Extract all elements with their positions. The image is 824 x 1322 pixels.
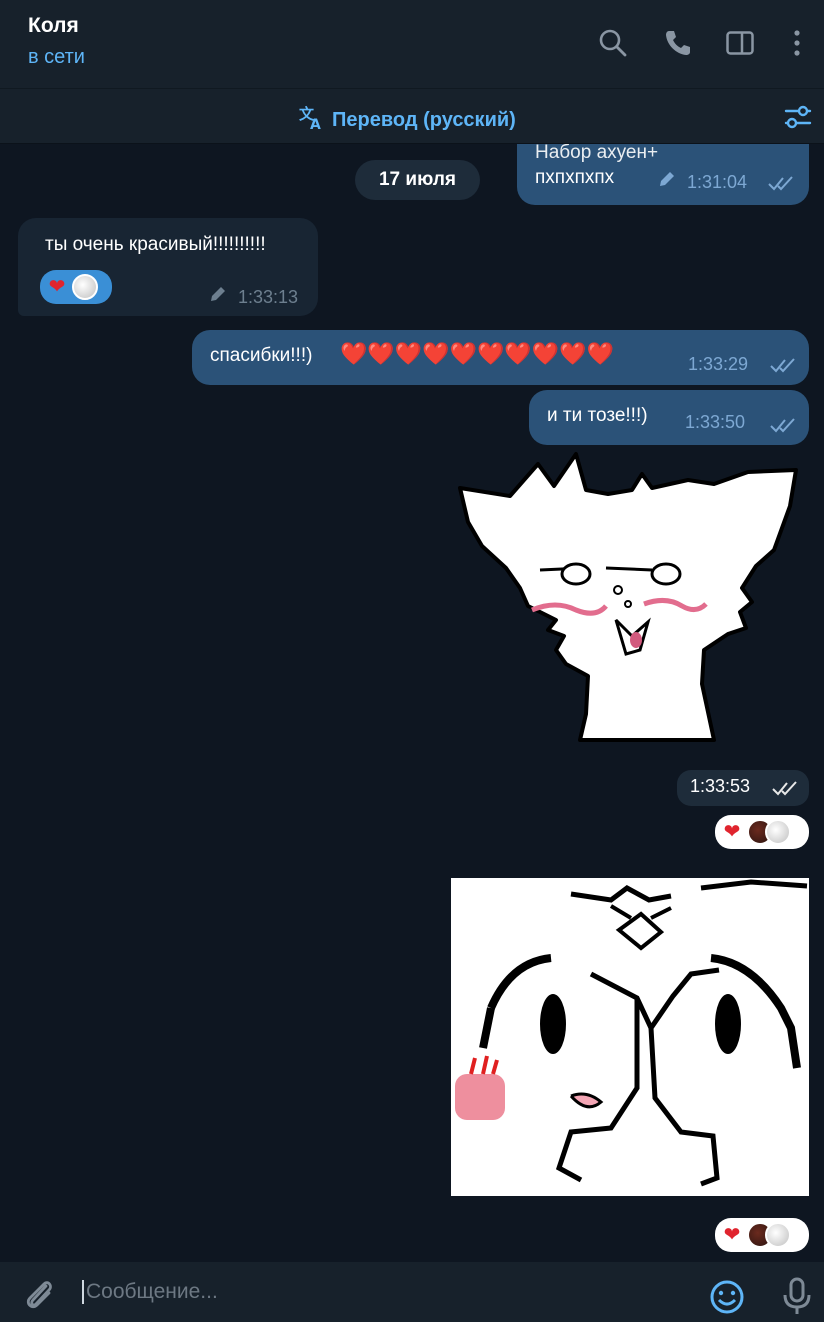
message-input[interactable]: Сообщение... xyxy=(82,1280,218,1304)
message-reactions[interactable]: ❤ xyxy=(715,815,809,849)
message-outgoing[interactable]: спасибки!!!) ❤️❤️❤️❤️❤️❤️❤️❤️❤️❤️ 1:33:2… xyxy=(192,330,809,385)
search-icon[interactable] xyxy=(597,26,629,60)
double-check-icon xyxy=(769,356,799,379)
avatar xyxy=(765,1222,791,1248)
microphone-icon[interactable] xyxy=(780,1276,814,1321)
message-time: 1:31:04 xyxy=(687,172,748,192)
double-check-icon xyxy=(771,779,801,802)
attach-icon[interactable] xyxy=(22,1276,56,1317)
message-reactions[interactable]: ❤ xyxy=(715,1218,809,1252)
avatar xyxy=(765,819,791,845)
sidebar-toggle-icon[interactable] xyxy=(724,26,756,60)
svg-text:A: A xyxy=(310,117,321,131)
avatar xyxy=(72,274,98,300)
message-outgoing[interactable]: Набор ахуен+ пхпхпхпх 1:31:04 xyxy=(517,144,809,205)
translate-icon: 文A xyxy=(298,103,326,137)
message-outgoing[interactable]: и ти тозе!!!) 1:33:50 xyxy=(529,390,809,445)
translate-button[interactable]: 文A Перевод (русский) xyxy=(298,103,516,137)
date-separator: 17 июля xyxy=(355,160,480,200)
translate-bar[interactable]: 文A Перевод (русский) xyxy=(0,88,824,144)
message-time: 1:33:29 xyxy=(688,354,749,374)
heart-reaction-icon: ❤ xyxy=(48,276,66,298)
heart-reaction-icon: ❤ xyxy=(723,1224,741,1246)
edited-pencil-icon xyxy=(208,284,228,309)
message-partial-text: Набор ахуен+ xyxy=(535,144,659,163)
double-check-icon xyxy=(767,174,797,197)
heart-reaction-icon: ❤ xyxy=(723,821,741,843)
sticker-cat-image[interactable] xyxy=(456,450,806,746)
translate-settings-icon[interactable] xyxy=(783,103,813,136)
message-time: 1:33:13 xyxy=(238,287,299,307)
message-text: пхпхпхпх xyxy=(535,167,615,188)
message-text: спасибки!!!) xyxy=(210,345,313,366)
edited-pencil-icon xyxy=(657,169,677,194)
emoji-icon[interactable] xyxy=(708,1278,746,1321)
message-time: 1:33:50 xyxy=(685,412,746,432)
double-check-icon xyxy=(769,416,799,439)
message-text: ты очень красивый!!!!!!!!!! xyxy=(45,234,266,255)
message-time: 1:33:53 xyxy=(690,776,751,796)
message-feed[interactable]: Набор ахуен+ пхпхпхпх 1:31:04 17 июля ты… xyxy=(0,144,824,1262)
chat-title[interactable]: Коля xyxy=(28,14,79,38)
heart-emojis: ❤️❤️❤️❤️❤️❤️❤️❤️❤️❤️ xyxy=(340,341,614,366)
chat-status: в сети xyxy=(28,46,85,68)
more-icon[interactable] xyxy=(781,26,813,60)
sticker-face-image[interactable] xyxy=(451,878,809,1196)
phone-icon[interactable] xyxy=(662,26,694,60)
message-text: и ти тозе!!!) xyxy=(547,405,648,426)
message-composer: Сообщение... xyxy=(0,1262,824,1322)
message-reactions[interactable]: ❤ xyxy=(40,270,112,304)
sticker-time-pill: 1:33:53 xyxy=(677,770,809,806)
chat-header: Коля в сети xyxy=(0,0,824,88)
message-incoming[interactable]: ты очень красивый!!!!!!!!!! ❤ 1:33:13 xyxy=(18,218,318,316)
translate-label: Перевод (русский) xyxy=(332,108,516,131)
